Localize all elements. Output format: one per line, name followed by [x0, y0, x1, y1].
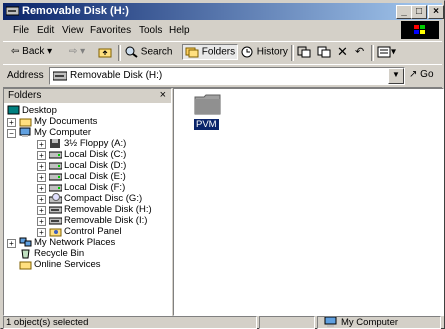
status-empty-cell [259, 316, 315, 329]
copy-to-button[interactable] [317, 46, 331, 58]
menu-help[interactable]: Help [169, 25, 190, 36]
menu-tools[interactable]: Tools [139, 25, 162, 36]
drive-icon [49, 162, 62, 170]
expand-icon[interactable]: + [37, 151, 46, 160]
expand-icon[interactable]: + [7, 239, 16, 248]
go-button[interactable]: ↗ Go [409, 69, 434, 80]
expand-icon[interactable]: + [37, 140, 46, 149]
expand-icon[interactable]: + [37, 217, 46, 226]
back-label: Back [22, 46, 45, 57]
move-to-button[interactable] [297, 46, 311, 58]
folders-icon [185, 47, 199, 58]
menu-bar: File Edit View Favorites Tools Help [3, 21, 442, 40]
drive-icon [49, 184, 62, 192]
copy-to-icon [317, 46, 331, 58]
address-label: Address [7, 70, 44, 81]
chevron-down-icon: ▼ [392, 70, 400, 79]
cd-icon [49, 193, 62, 204]
explorer-window: Removable Disk (H:) _ □ × File Edit View… [0, 0, 445, 329]
drive-icon [49, 151, 62, 159]
history-label: History [256, 46, 288, 58]
search-icon [125, 46, 138, 58]
address-input[interactable]: Removable Disk (H:) ▼ [49, 67, 405, 85]
address-dropdown-button[interactable]: ▼ [388, 68, 404, 84]
computer-icon [324, 317, 337, 327]
status-selection: 1 object(s) selected [3, 316, 257, 329]
folder-icon [19, 118, 32, 127]
toolbar-separator [371, 45, 374, 61]
title-bar[interactable]: Removable Disk (H:) _ □ × [3, 3, 444, 20]
status-zone: My Computer [317, 316, 441, 329]
expand-icon[interactable]: + [37, 195, 46, 204]
folders-button[interactable]: Folders [182, 44, 239, 60]
drive-icon [49, 173, 62, 181]
toolbar-separator [118, 45, 121, 61]
folders-pane-title: Folders [8, 90, 42, 101]
folders-pane-header: Folders × [4, 89, 171, 103]
expand-icon[interactable]: + [37, 162, 46, 171]
network-icon [19, 237, 32, 247]
floppy-icon [50, 139, 60, 148]
expand-icon[interactable]: + [37, 184, 46, 193]
views-icon [377, 46, 391, 58]
removable-drive-icon [53, 71, 67, 81]
maximize-button[interactable]: □ [411, 5, 427, 19]
go-arrow-icon: ↗ [409, 69, 418, 80]
up-folder-button[interactable] [98, 46, 112, 58]
expand-icon[interactable]: + [7, 118, 16, 127]
back-button[interactable]: ⇦ Back ▾ [11, 46, 52, 57]
minimize-button[interactable]: _ [396, 5, 412, 19]
views-button[interactable]: ▾ [377, 46, 396, 58]
menu-favorites[interactable]: Favorites [90, 25, 131, 36]
toolbar-separator [291, 45, 294, 61]
file-item-label: PVM [194, 119, 219, 130]
address-value: Removable Disk (H:) [70, 70, 163, 81]
file-list-pane[interactable]: PVM [173, 88, 444, 316]
expand-icon[interactable]: + [37, 206, 46, 215]
up-folder-icon [98, 48, 112, 58]
control-panel-icon [49, 228, 62, 237]
back-arrow-icon: ⇦ [11, 46, 20, 57]
move-to-icon [297, 46, 311, 58]
folder-icon [19, 261, 32, 270]
computer-icon [19, 127, 31, 137]
menu-edit[interactable]: Edit [37, 25, 54, 36]
folders-label: Folders [201, 46, 236, 58]
expand-icon[interactable]: + [37, 173, 46, 182]
recycle-bin-icon [21, 249, 30, 259]
folder-icon [194, 94, 221, 115]
standard-toolbar: ⇦ Back ▾ ⇨ ▾ Search Folders History ✕ ↶ … [3, 41, 442, 65]
undo-icon[interactable]: ↶ [355, 45, 364, 58]
close-icon[interactable]: × [160, 89, 166, 101]
windows-logo-icon [401, 21, 439, 39]
address-bar: Address Removable Disk (H:) ▼ ↗ Go [3, 64, 442, 88]
history-button[interactable]: History [241, 46, 288, 58]
search-label: Search [140, 46, 173, 58]
history-icon [241, 46, 253, 58]
expand-icon[interactable]: + [37, 228, 46, 237]
removable-icon [49, 206, 62, 214]
close-button[interactable]: × [428, 5, 444, 19]
status-bar: 1 object(s) selected My Computer [3, 316, 442, 329]
delete-icon[interactable]: ✕ [337, 44, 348, 60]
collapse-icon[interactable]: − [7, 129, 16, 138]
go-label: Go [420, 69, 434, 80]
menu-file[interactable]: File [13, 25, 29, 36]
search-button[interactable]: Search [125, 46, 172, 58]
removable-icon [49, 217, 62, 225]
menu-view[interactable]: View [62, 25, 84, 36]
desktop-icon [7, 105, 20, 115]
folders-pane: Folders × Desktop + My Documents − My Co… [3, 88, 172, 316]
drive-icon [6, 6, 19, 16]
forward-button[interactable]: ⇨ ▾ [69, 46, 85, 57]
window-title: Removable Disk (H:) [22, 5, 129, 17]
